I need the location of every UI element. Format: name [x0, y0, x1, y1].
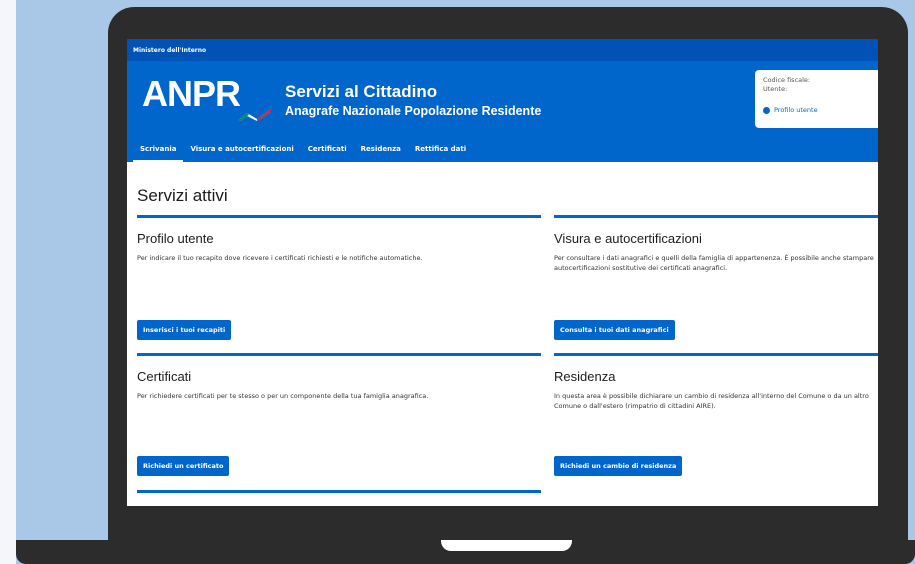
tab-visura[interactable]: Visura e autocertificazioni	[183, 141, 300, 162]
tab-rettifica[interactable]: Rettifica dati	[408, 141, 473, 162]
profile-link[interactable]: Profilo utente	[763, 106, 878, 114]
card-text: In questa area è possibile dichiarare un…	[554, 392, 869, 410]
site-title: Servizi al Cittadino	[285, 82, 438, 101]
codice-fiscale-label: Codice fiscale:	[763, 76, 811, 84]
card-visura: Visura e autocertificazioni Per consulta…	[554, 215, 878, 345]
ministry-bar: Ministero dell'Interno	[127, 39, 878, 61]
card-rule	[554, 353, 878, 356]
laptop-screen: Ministero dell'Interno ANPR Servizi al C…	[127, 39, 878, 506]
italian-flag-swoosh-icon	[239, 109, 271, 121]
card-rule	[137, 353, 541, 356]
inserisci-recapiti-button[interactable]: Inserisci i tuoi recapiti	[137, 320, 232, 340]
card-text: Per richiedere certificati per te stesso…	[137, 392, 429, 400]
tab-certificati[interactable]: Certificati	[301, 141, 354, 162]
card-text: Per indicare il tuo recapito dove riceve…	[137, 254, 423, 262]
card-title: Visura e autocertificazioni	[554, 231, 702, 246]
card-rule	[137, 215, 541, 218]
card-certificati: Certificati Per richiedere certificati p…	[137, 353, 541, 483]
tab-residenza[interactable]: Residenza	[354, 141, 408, 162]
anpr-logo[interactable]: ANPR	[142, 73, 241, 115]
utente-label: Utente:	[763, 85, 788, 93]
card-profilo: Profilo utente Per indicare il tuo recap…	[137, 215, 541, 345]
user-box: Codice fiscale: Utente: Profilo utente	[755, 70, 878, 128]
consulta-dati-button[interactable]: Consulta i tuoi dati anagrafici	[554, 320, 675, 340]
card-rule	[137, 490, 541, 493]
richiedi-certificato-button[interactable]: Richiedi un certificato	[137, 456, 230, 476]
card-title: Profilo utente	[137, 231, 214, 246]
main-nav: Scrivania Visura e autocertificazioni Ce…	[127, 141, 878, 162]
tab-scrivania[interactable]: Scrivania	[133, 141, 184, 162]
card-text: Per consultare i dati anagrafici e quell…	[554, 254, 874, 272]
cambio-residenza-button[interactable]: Richiedi un cambio di residenza	[554, 456, 683, 476]
laptop-notch	[441, 540, 572, 551]
page-title: Servizi attivi	[137, 186, 228, 205]
card-title: Certificati	[137, 369, 192, 384]
profile-link-label: Profilo utente	[774, 106, 818, 114]
ministry-link[interactable]: Ministero dell'Interno	[133, 47, 206, 54]
card-residenza: Residenza In questa area è possibile dic…	[554, 353, 878, 483]
card-title: Residenza	[554, 369, 616, 384]
card-rule	[554, 215, 878, 218]
site-subtitle: Anagrafe Nazionale Popolazione Residente	[285, 104, 542, 118]
user-circle-icon	[763, 106, 770, 114]
